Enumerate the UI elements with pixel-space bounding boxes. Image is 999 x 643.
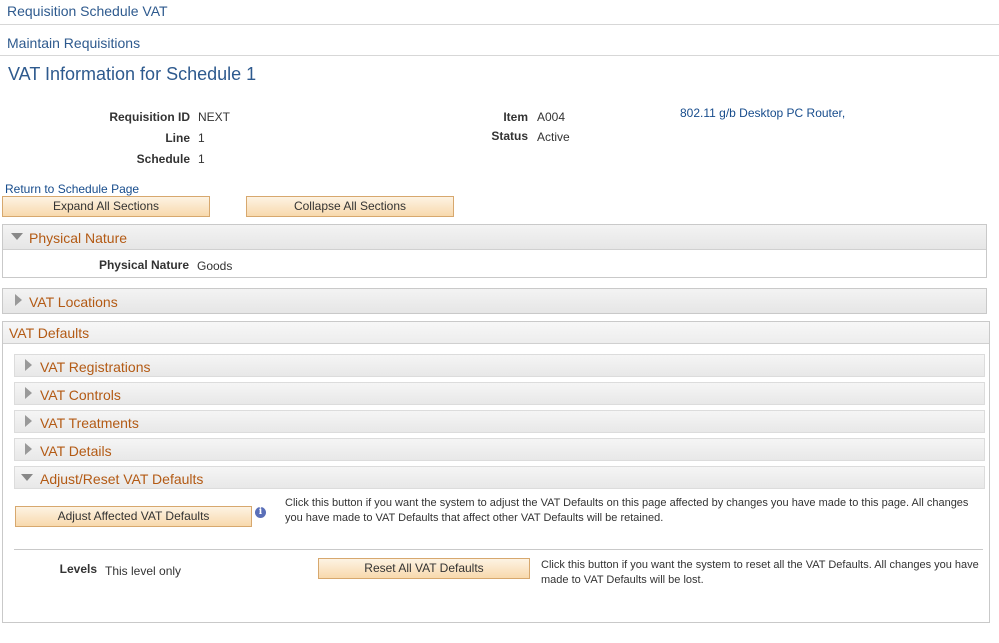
vat-locations-section: VAT Locations <box>2 288 987 314</box>
expand-all-sections-button[interactable]: Expand All Sections <box>2 196 210 217</box>
triangle-right-icon <box>25 415 32 427</box>
component-title: Requisition Schedule VAT <box>7 3 168 19</box>
section-divider <box>14 549 983 550</box>
status-value: Active <box>537 130 570 144</box>
requisition-id-label: Requisition ID <box>109 110 190 124</box>
triangle-right-icon <box>15 294 22 306</box>
levels-value: This level only <box>105 564 182 578</box>
subsection-vat-controls[interactable]: VAT Controls <box>14 382 985 405</box>
nav-title: Maintain Requisitions <box>7 35 141 51</box>
schedule-value: 1 <box>198 152 205 166</box>
physical-nature-title: Physical Nature <box>29 230 128 246</box>
triangle-right-icon <box>25 387 32 399</box>
requisition-id-value: NEXT <box>198 110 231 124</box>
page-title: VAT Information for Schedule 1 <box>8 64 257 84</box>
navigation-bar: Maintain Requisitions <box>0 25 999 56</box>
physical-nature-label: Physical Nature <box>98 258 189 272</box>
item-value: A004 <box>537 110 566 124</box>
levels-label: Levels <box>59 562 97 576</box>
adjust-help-text: Click this button if you want the system… <box>285 497 969 524</box>
subsection-vat-registrations[interactable]: VAT Registrations <box>14 354 985 377</box>
subsection-label: VAT Controls <box>40 387 121 403</box>
item-description-link[interactable]: 802.11 g/b Desktop PC Router, <box>680 106 845 120</box>
item-label: Item <box>503 110 528 124</box>
triangle-down-icon <box>11 233 23 240</box>
vat-locations-header[interactable]: VAT Locations <box>3 289 986 313</box>
triangle-down-icon <box>21 474 33 481</box>
collapse-all-sections-button[interactable]: Collapse All Sections <box>246 196 454 217</box>
status-label: Status <box>491 129 528 143</box>
subsection-label: Adjust/Reset VAT Defaults <box>40 471 204 487</box>
subsection-label: VAT Treatments <box>40 415 139 431</box>
triangle-right-icon <box>25 359 32 371</box>
vat-locations-title: VAT Locations <box>29 294 118 310</box>
return-to-schedule-link[interactable]: Return to Schedule Page <box>5 182 139 196</box>
line-value: 1 <box>198 131 205 145</box>
subsection-vat-treatments[interactable]: VAT Treatments <box>14 410 985 433</box>
line-label: Line <box>165 131 190 145</box>
physical-nature-section: Physical Nature Physical Nature Goods <box>2 224 987 278</box>
vat-defaults-section: VAT Defaults VAT Registrations VAT Contr… <box>2 321 990 623</box>
reset-all-vat-defaults-button[interactable]: Reset All VAT Defaults <box>318 558 530 579</box>
vat-defaults-title: VAT Defaults <box>9 325 90 341</box>
info-icon[interactable]: i <box>255 507 266 518</box>
reset-help-text: Click this button if you want the system… <box>541 559 979 586</box>
subsection-vat-details[interactable]: VAT Details <box>14 438 985 461</box>
subsection-adjust-reset-vat-defaults[interactable]: Adjust/Reset VAT Defaults <box>14 466 985 489</box>
adjust-affected-vat-defaults-button[interactable]: Adjust Affected VAT Defaults <box>15 506 252 527</box>
subsection-label: VAT Details <box>40 443 112 459</box>
subsection-label: VAT Registrations <box>40 359 151 375</box>
schedule-label: Schedule <box>136 152 190 166</box>
vat-defaults-header: VAT Defaults <box>3 322 989 344</box>
physical-nature-value: Goods <box>197 259 233 273</box>
physical-nature-header[interactable]: Physical Nature <box>3 225 986 250</box>
component-title-bar: Requisition Schedule VAT <box>0 0 999 25</box>
triangle-right-icon <box>25 443 32 455</box>
